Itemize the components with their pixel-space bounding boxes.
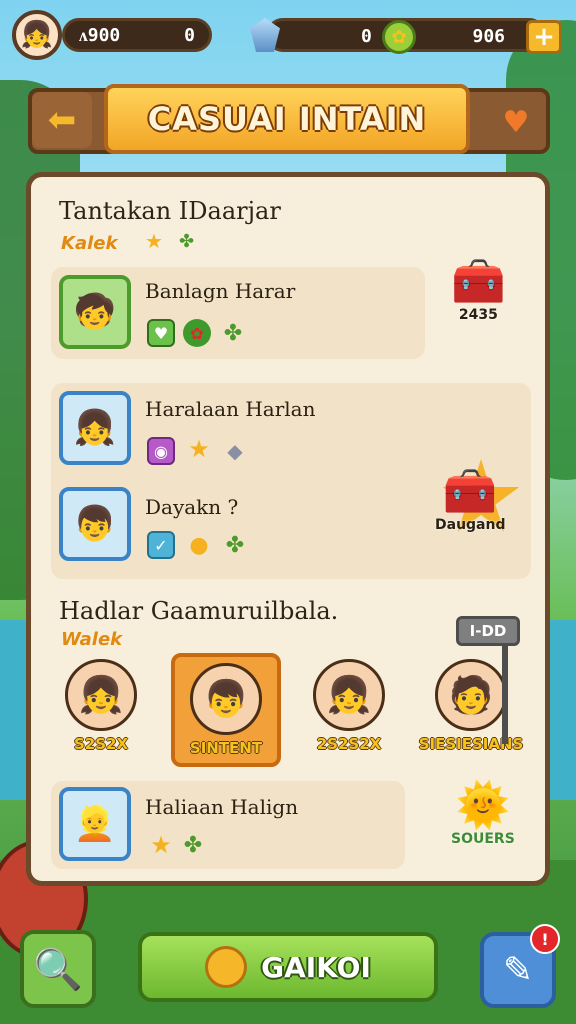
search-button[interactable]: 🔍 [20, 930, 96, 1008]
quest-name: Banlagn Harar [145, 279, 296, 303]
quest-name: Haliaan Halign [145, 795, 299, 819]
chest-icon: 🧰 [442, 466, 498, 517]
currency-value: 906 [472, 26, 505, 47]
signpost-pole [502, 644, 508, 744]
flower-badge-icon: ✿ [183, 319, 211, 347]
coin-icon: ✿ [382, 20, 416, 54]
add-currency-button[interactable]: + [526, 20, 562, 54]
reward-label: SOUERS [451, 831, 515, 847]
signpost-label: I-DD [456, 616, 520, 646]
coin-counter: ᴧ900 0 [62, 18, 212, 52]
top-hud: ᴧ900 0 👧 0 906 ✿ + [0, 10, 576, 60]
reward-sun[interactable]: 🌞 SOUERS [451, 780, 515, 848]
avatar: 👧 [59, 391, 131, 465]
quest-card[interactable]: 🧒 Banlagn Harar ♥ ✿ ✤ [51, 267, 425, 359]
section-subtitle: Walek [61, 629, 123, 650]
star-icon: ★ [145, 229, 163, 253]
coin-value: 0 [184, 24, 195, 46]
magnifier-icon: 🔍 [33, 946, 83, 993]
go-label: GAIKOI [261, 950, 371, 984]
clover-badge-icon: ✤ [225, 532, 245, 558]
clover-badge-icon: ✤ [223, 320, 243, 346]
reward-chest[interactable]: 🧰 2435 [451, 256, 506, 324]
go-button[interactable]: GAIKOI [138, 932, 438, 1002]
avatar: 👱 [59, 787, 131, 861]
section-title: Hadlar Gaamuruilbala. [59, 597, 339, 625]
character-name: 2S2S2X [316, 735, 382, 753]
avatar: 🧒 [59, 275, 131, 349]
coin-badge-icon: ● [189, 532, 209, 558]
character-option[interactable]: 👧 S2S2X [51, 659, 151, 753]
star-badge-icon: ★ [150, 831, 172, 859]
check-badge-icon: ✓ [147, 531, 175, 559]
section-subtitle: Kalek [61, 233, 118, 254]
sun-icon: 🌞 [455, 780, 511, 831]
camera-badge-icon: ◉ [147, 437, 175, 465]
character-face: 👧 [313, 659, 385, 731]
reward-chest[interactable]: 🧰 Daugand [435, 466, 506, 534]
back-arrow-icon[interactable]: ⬅ [32, 92, 92, 148]
character-option-selected[interactable]: 👦 SINTENT [171, 653, 281, 767]
character-name: S2S2X [73, 735, 129, 753]
coin-label: ᴧ900 [79, 24, 121, 46]
quest-name: Haralaan Harlan [145, 397, 316, 421]
coin-icon [205, 946, 248, 988]
quest-name: Dayakn ? [145, 495, 239, 519]
gem-value: 0 [361, 26, 372, 47]
notification-badge: ! [530, 924, 560, 954]
reward-label: 2435 [458, 307, 498, 323]
heart-badge-icon: ♥ [147, 319, 175, 347]
quest-card[interactable]: 👱 Haliaan Halign ★ ✤ [51, 781, 405, 869]
heart-icon[interactable]: ♥ [488, 96, 544, 148]
clover-badge-icon: ✤ [183, 832, 203, 858]
pencil-icon: ✎ [502, 949, 534, 991]
page-title: CASUAI INTAIN [104, 84, 470, 154]
chest-icon: 🧰 [451, 256, 506, 307]
reward-label: Daugand [435, 517, 506, 533]
character-face: 👧 [65, 659, 137, 731]
section-title: Tantakan IDaarjar [59, 197, 281, 225]
clover-icon: ✤ [179, 231, 195, 252]
character-name: SINTENT [189, 739, 263, 757]
gem-badge-icon: ◆ [227, 439, 243, 463]
star-badge-icon: ★ [188, 435, 210, 463]
avatar: 👦 [59, 487, 131, 561]
character-face: 👦 [190, 663, 262, 735]
character-face: 🧑 [435, 659, 507, 731]
quest-panel: Tantakan IDaarjar Kalek ★ ✤ 🧒 Banlagn Ha… [26, 172, 550, 886]
player-avatar[interactable]: 👧 [12, 10, 62, 60]
character-option[interactable]: 👧 2S2S2X [299, 659, 399, 753]
